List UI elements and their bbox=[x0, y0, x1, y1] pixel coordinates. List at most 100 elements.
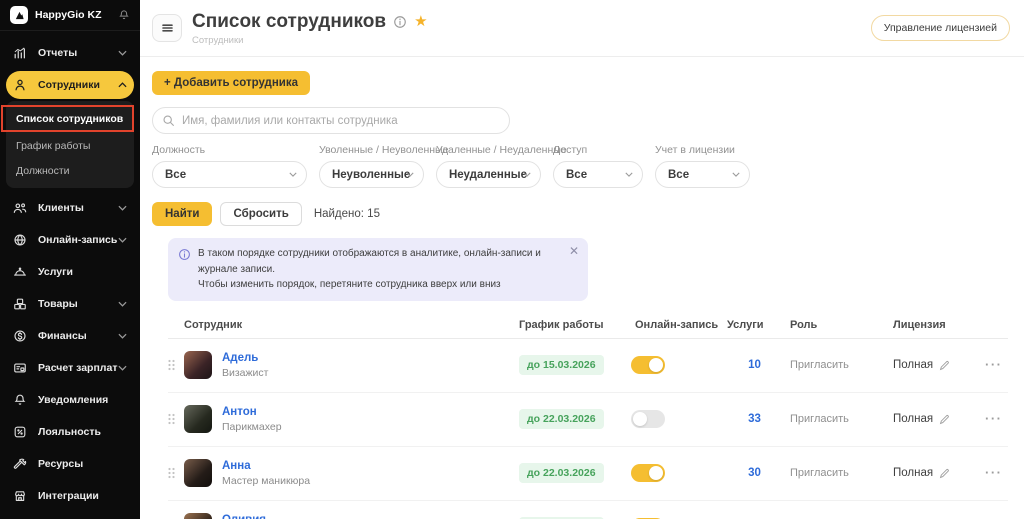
favorite-star-icon[interactable]: ★ bbox=[414, 14, 427, 29]
online-booking-toggle[interactable] bbox=[631, 356, 665, 374]
employee-name-link[interactable]: Адель bbox=[222, 352, 268, 364]
chevron-down-icon bbox=[118, 333, 127, 339]
col-employee: Сотрудник bbox=[184, 319, 243, 331]
chevron-down-icon bbox=[406, 172, 414, 177]
reset-button[interactable]: Сбросить bbox=[220, 202, 302, 226]
fired-select[interactable]: Неуволенные bbox=[319, 161, 424, 188]
online-booking-toggle[interactable] bbox=[631, 410, 665, 428]
page-header: Список сотрудников ★ Сотрудники Управлен… bbox=[140, 0, 1024, 57]
sidebar-item-label: Услуги bbox=[38, 266, 73, 278]
search-input[interactable] bbox=[152, 107, 510, 134]
col-schedule: График работы bbox=[519, 319, 604, 331]
search-actions-row: Найти Сбросить Найдено: 15 bbox=[152, 202, 1008, 226]
sidebar-item-integrations[interactable]: Интеграции bbox=[6, 480, 134, 512]
people-icon bbox=[13, 201, 28, 216]
storefront-icon bbox=[13, 489, 28, 504]
filter-license: Учет в лицензии Все bbox=[655, 144, 750, 188]
drag-handle-icon[interactable] bbox=[168, 467, 184, 479]
select-value: Неудаленные bbox=[449, 168, 528, 181]
schedule-chip[interactable]: до 22.03.2026 bbox=[519, 409, 604, 429]
hamburger-menu-button[interactable] bbox=[152, 14, 182, 42]
sidebar-nav: Отчеты Сотрудники Список сотрудников Гра… bbox=[0, 31, 140, 512]
sidebar: HappyGio KZ Отчеты Сотрудники Список сот… bbox=[0, 0, 140, 519]
info-icon[interactable] bbox=[393, 15, 407, 29]
position-select[interactable]: Все bbox=[152, 161, 307, 188]
content: + Добавить сотрудника Должность Все Увол… bbox=[140, 57, 1024, 519]
find-button[interactable]: Найти bbox=[152, 202, 213, 226]
schedule-chip[interactable]: до 22.03.2026 bbox=[519, 463, 604, 483]
notifications-bell-icon[interactable] bbox=[118, 9, 130, 21]
sidebar-item-label: Онлайн-запись bbox=[38, 234, 118, 246]
sidebar-item-goods[interactable]: Товары bbox=[6, 288, 134, 320]
payroll-card-icon bbox=[13, 361, 28, 376]
schedule-chip[interactable]: до 15.03.2026 bbox=[519, 355, 604, 375]
sidebar-item-clients[interactable]: Клиенты bbox=[6, 192, 134, 224]
filter-access: Доступ Все bbox=[553, 144, 643, 188]
sidebar-item-notifications[interactable]: Уведомления bbox=[6, 384, 134, 416]
hammer-icon bbox=[13, 457, 28, 472]
sidebar-item-label: Финансы bbox=[38, 330, 87, 342]
drag-handle-icon[interactable] bbox=[168, 413, 184, 425]
filter-position: Должность Все bbox=[152, 144, 307, 188]
services-count-link[interactable]: 33 bbox=[727, 413, 782, 425]
sidebar-item-label: Отчеты bbox=[38, 47, 78, 59]
access-select[interactable]: Все bbox=[553, 161, 643, 188]
select-value: Все bbox=[668, 168, 690, 181]
employee-position: Визажист bbox=[222, 366, 269, 379]
deleted-select[interactable]: Неудаленные bbox=[436, 161, 541, 188]
sidebar-item-finances[interactable]: Финансы bbox=[6, 320, 134, 352]
license-value: Полная bbox=[893, 467, 934, 479]
invite-link[interactable]: Пригласить bbox=[782, 467, 885, 479]
add-employee-button[interactable]: + Добавить сотрудника bbox=[152, 71, 311, 95]
col-online: Онлайн-запись bbox=[635, 319, 719, 331]
edit-pencil-icon[interactable] bbox=[939, 468, 950, 479]
submenu-item-work-schedule[interactable]: График работы bbox=[6, 133, 134, 158]
services-count-link[interactable]: 30 bbox=[727, 467, 782, 479]
sidebar-item-online-booking[interactable]: Онлайн-запись bbox=[6, 224, 134, 256]
invite-link[interactable]: Пригласить bbox=[782, 359, 885, 371]
drag-handle-icon[interactable] bbox=[168, 359, 184, 371]
sidebar-item-label: Расчет зарплат bbox=[38, 362, 118, 374]
license-select[interactable]: Все bbox=[655, 161, 750, 188]
info-banner: В таком порядке сотрудники отображаются … bbox=[168, 238, 588, 301]
col-role: Роль bbox=[790, 319, 818, 331]
submenu-item-positions[interactable]: Должности bbox=[6, 158, 134, 183]
boxes-icon bbox=[13, 297, 28, 312]
app-window: HappyGio KZ Отчеты Сотрудники Список сот… bbox=[0, 0, 1024, 519]
person-icon bbox=[13, 78, 28, 93]
submenu-item-employee-list[interactable]: Список сотрудников bbox=[1, 105, 134, 132]
sidebar-item-services[interactable]: Услуги bbox=[6, 256, 134, 288]
percent-square-icon bbox=[13, 425, 28, 440]
dollar-coin-icon bbox=[13, 329, 28, 344]
employee-name-link[interactable]: Оливия bbox=[222, 514, 310, 519]
employee-avatar bbox=[184, 351, 212, 379]
chevron-down-icon bbox=[289, 172, 297, 177]
row-actions-menu[interactable]: ··· bbox=[985, 411, 1003, 426]
banner-line2: Чтобы изменить порядок, перетяните сотру… bbox=[198, 279, 501, 290]
edit-pencil-icon[interactable] bbox=[939, 414, 950, 425]
breadcrumb: Сотрудники bbox=[192, 34, 244, 46]
sidebar-item-payroll[interactable]: Расчет зарплат bbox=[6, 352, 134, 384]
table-header-row: Сотрудник График работы Онлайн-запись Ус… bbox=[168, 313, 1008, 339]
sidebar-item-employees[interactable]: Сотрудники bbox=[6, 71, 134, 99]
close-icon[interactable]: ✕ bbox=[569, 245, 579, 257]
sidebar-item-label: Лояльность bbox=[38, 426, 101, 438]
row-actions-menu[interactable]: ··· bbox=[985, 357, 1003, 372]
title-block: Список сотрудников ★ Сотрудники bbox=[192, 11, 871, 46]
license-value: Полная bbox=[893, 359, 934, 371]
row-actions-menu[interactable]: ··· bbox=[985, 465, 1003, 480]
employee-name-link[interactable]: Анна bbox=[222, 460, 310, 472]
sidebar-item-loyalty[interactable]: Лояльность bbox=[6, 416, 134, 448]
manage-license-button[interactable]: Управление лицензией bbox=[870, 15, 1010, 41]
services-count-link[interactable]: 10 bbox=[727, 359, 782, 371]
invite-link[interactable]: Пригласить bbox=[782, 413, 885, 425]
sidebar-item-label: Товары bbox=[38, 298, 78, 310]
license-value: Полная bbox=[893, 413, 934, 425]
employee-name-link[interactable]: Антон bbox=[222, 406, 282, 418]
col-services: Услуги bbox=[727, 319, 764, 331]
sidebar-item-reports[interactable]: Отчеты bbox=[6, 37, 134, 69]
chevron-down-icon bbox=[118, 365, 127, 371]
online-booking-toggle[interactable] bbox=[631, 464, 665, 482]
edit-pencil-icon[interactable] bbox=[939, 360, 950, 371]
sidebar-item-resources[interactable]: Ресурсы bbox=[6, 448, 134, 480]
